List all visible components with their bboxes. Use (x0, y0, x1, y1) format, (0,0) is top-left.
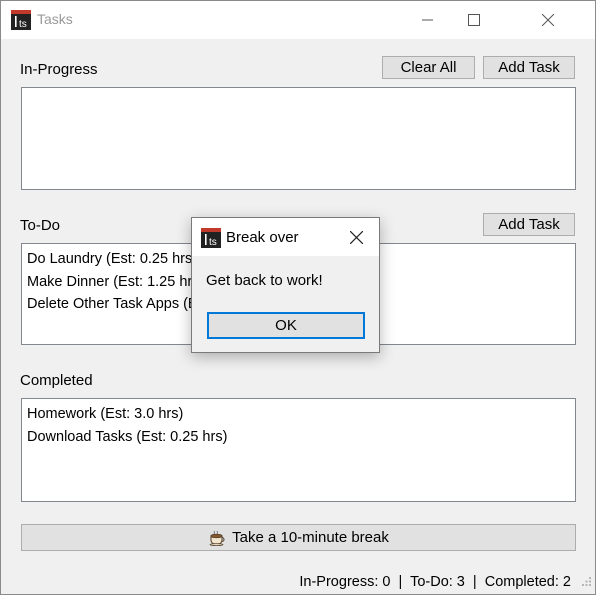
break-over-dialog: ts Break over Get back to work! OK (191, 217, 380, 353)
add-in-progress-task-button[interactable]: Add Task (483, 56, 575, 79)
dialog-title-bar[interactable]: ts Break over (192, 218, 379, 256)
ts-logo-icon: ts (201, 228, 221, 248)
dialog-close-button[interactable] (345, 226, 369, 248)
maximize-icon (468, 14, 480, 26)
minimize-icon (422, 19, 433, 21)
take-break-label: Take a 10-minute break (232, 529, 389, 546)
completed-label: Completed (20, 372, 93, 389)
tasks-window: ts Tasks In-Progress Clear All Add Task … (0, 0, 596, 595)
todo-label: To-Do (20, 217, 61, 234)
maximize-button[interactable] (451, 1, 497, 39)
dialog-title: Break over (226, 229, 299, 246)
clear-all-button[interactable]: Clear All (382, 56, 475, 79)
completed-list-item[interactable]: Download Tasks (Est: 0.25 hrs) (27, 426, 570, 449)
close-icon (350, 231, 363, 244)
in-progress-list[interactable] (21, 87, 576, 190)
in-progress-label: In-Progress (20, 61, 98, 78)
close-icon (542, 14, 554, 26)
minimize-button[interactable] (405, 1, 451, 39)
completed-list-item[interactable]: Homework (Est: 3.0 hrs) (27, 403, 570, 426)
completed-list[interactable]: Homework (Est: 3.0 hrs) Download Tasks (… (21, 398, 576, 502)
title-bar[interactable]: ts Tasks (1, 1, 595, 39)
coffee-cup-icon (208, 530, 226, 546)
svg-text:ts: ts (19, 19, 27, 30)
window-title: Tasks (37, 11, 73, 27)
status-counts: In-Progress: 0 | To-Do: 3 | Completed: 2 (299, 574, 571, 590)
svg-text:ts: ts (209, 237, 217, 248)
take-break-button[interactable]: Take a 10-minute break (21, 524, 576, 551)
resize-grip-icon[interactable] (581, 575, 592, 591)
dialog-message: Get back to work! (206, 272, 323, 289)
status-bar: In-Progress: 0 | To-Do: 3 | Completed: 2 (1, 572, 595, 594)
ok-button[interactable]: OK (207, 312, 365, 339)
ts-logo-icon: ts (11, 10, 31, 30)
add-todo-task-button[interactable]: Add Task (483, 213, 575, 236)
close-button[interactable] (497, 1, 595, 39)
